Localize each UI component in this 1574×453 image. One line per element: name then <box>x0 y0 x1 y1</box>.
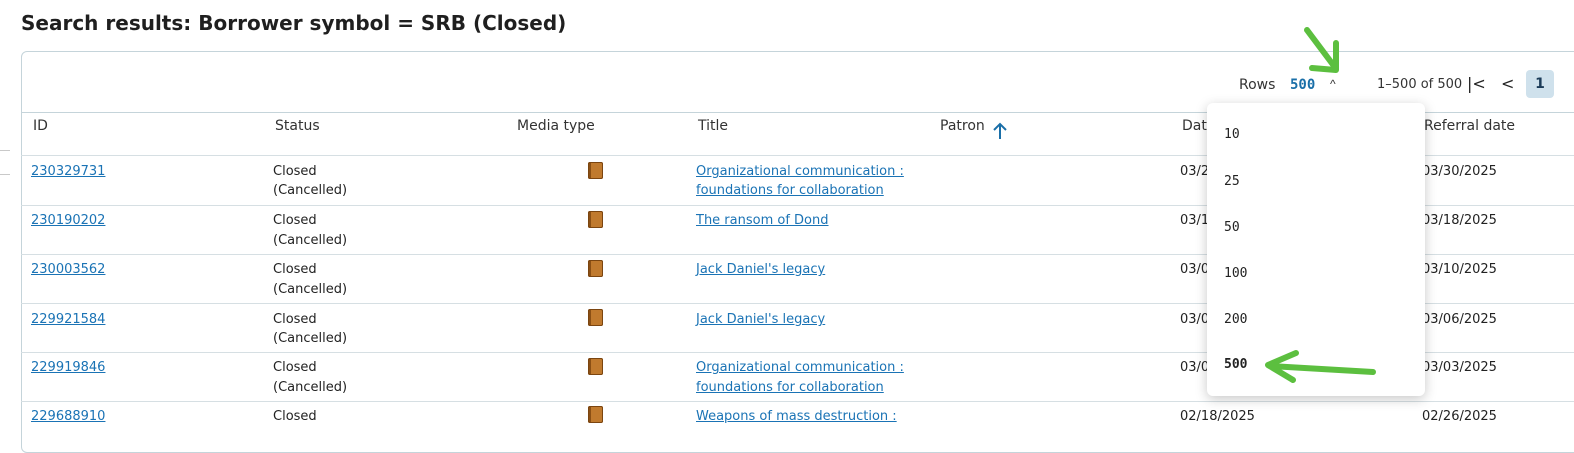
row-date: 03/2 <box>1180 164 1210 179</box>
row-status: Closed <box>273 164 317 179</box>
divider <box>0 150 10 151</box>
column-header-status[interactable]: Status <box>275 118 320 134</box>
row-title-link[interactable]: Organizational communication : <box>696 162 904 181</box>
menu-item-200[interactable]: 200 <box>1224 312 1247 327</box>
row-referral-date: 03/03/2025 <box>1422 360 1497 375</box>
row-date: 03/0 <box>1180 360 1210 375</box>
divider <box>21 401 1574 402</box>
rows-per-page-select[interactable]: 500 <box>1290 77 1315 93</box>
book-icon <box>588 406 603 423</box>
row-id-link[interactable]: 229921584 <box>31 310 105 329</box>
row-referral-date: 03/06/2025 <box>1422 312 1497 327</box>
column-header-patron[interactable]: Patron <box>940 118 985 134</box>
menu-item-500[interactable]: 500 <box>1224 357 1247 372</box>
pagination-range: 1–500 of 500 <box>1377 77 1463 92</box>
row-referral-date: 02/26/2025 <box>1422 409 1497 424</box>
chevron-up-icon[interactable]: ^ <box>1330 77 1336 91</box>
row-date: 03/0 <box>1180 312 1210 327</box>
row-date: 03/0 <box>1180 262 1210 277</box>
book-icon <box>588 211 603 228</box>
row-id-link[interactable]: 230190202 <box>31 211 105 230</box>
row-status: Closed <box>273 409 317 424</box>
row-referral-date: 03/30/2025 <box>1422 164 1497 179</box>
menu-item-100[interactable]: 100 <box>1224 266 1247 281</box>
row-title-link[interactable]: foundations for collaboration <box>696 378 884 397</box>
row-title-link[interactable]: Jack Daniel's legacy <box>696 260 825 279</box>
row-title-link[interactable]: Weapons of mass destruction : <box>696 407 897 426</box>
book-icon <box>588 260 603 277</box>
row-id-link[interactable]: 229919846 <box>31 358 105 377</box>
menu-item-50[interactable]: 50 <box>1224 220 1240 235</box>
row-id-link[interactable]: 230329731 <box>31 162 105 181</box>
row-status: Closed <box>273 262 317 277</box>
row-title-link[interactable]: foundations for collaboration <box>696 181 884 200</box>
row-title-link[interactable]: Organizational communication : <box>696 358 904 377</box>
prev-page-button[interactable]: < <box>1501 74 1514 93</box>
arrow-up-icon[interactable] <box>992 122 1008 140</box>
row-id-link[interactable]: 230003562 <box>31 260 105 279</box>
row-status: Closed <box>273 312 317 327</box>
row-status: Closed <box>273 213 317 228</box>
column-header-referral-date[interactable]: Referral date <box>1424 118 1515 134</box>
row-referral-date: 03/18/2025 <box>1422 213 1497 228</box>
book-icon <box>588 309 603 326</box>
row-date: 02/18/2025 <box>1180 409 1255 424</box>
row-date: 03/1 <box>1180 213 1210 228</box>
column-header-media-type[interactable]: Media type <box>517 118 595 134</box>
column-header-id[interactable]: ID <box>33 118 48 134</box>
row-title-link[interactable]: The ransom of Dond <box>696 211 829 230</box>
page-1-button[interactable]: 1 <box>1526 70 1554 98</box>
row-referral-date: 03/10/2025 <box>1422 262 1497 277</box>
row-status-detail: (Cancelled) <box>273 331 348 346</box>
row-status-detail: (Cancelled) <box>273 183 348 198</box>
row-title-link[interactable]: Jack Daniel's legacy <box>696 310 825 329</box>
row-status-detail: (Cancelled) <box>273 282 348 297</box>
first-page-button[interactable]: |< <box>1467 74 1486 93</box>
menu-item-25[interactable]: 25 <box>1224 174 1240 189</box>
row-status: Closed <box>273 360 317 375</box>
book-icon <box>588 162 603 179</box>
row-id-link[interactable]: 229688910 <box>31 407 105 426</box>
row-status-detail: (Cancelled) <box>273 233 348 248</box>
menu-item-10[interactable]: 10 <box>1224 127 1240 142</box>
page-title: Search results: Borrower symbol = SRB (C… <box>21 11 567 35</box>
rows-label: Rows <box>1239 77 1276 93</box>
book-icon <box>588 358 603 375</box>
rows-per-page-menu <box>1207 103 1425 396</box>
column-header-title[interactable]: Title <box>698 118 728 134</box>
row-status-detail: (Cancelled) <box>273 380 348 395</box>
divider <box>0 174 10 175</box>
